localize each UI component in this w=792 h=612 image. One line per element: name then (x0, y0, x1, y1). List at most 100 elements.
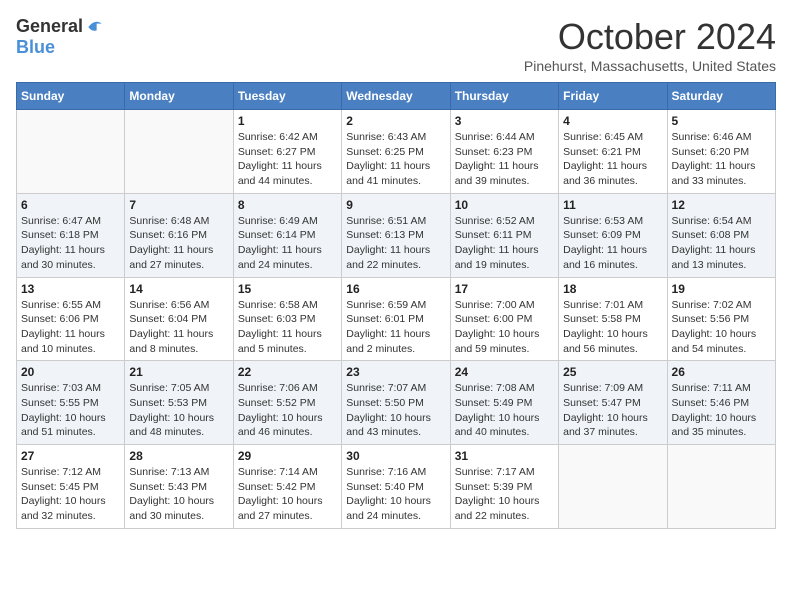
day-number: 5 (672, 114, 771, 128)
day-number: 6 (21, 198, 120, 212)
day-info: Sunrise: 6:48 AM Sunset: 6:16 PM Dayligh… (129, 214, 228, 273)
header-saturday: Saturday (667, 83, 775, 110)
day-info: Sunrise: 7:16 AM Sunset: 5:40 PM Dayligh… (346, 465, 445, 524)
day-number: 4 (563, 114, 662, 128)
table-row: 31 Sunrise: 7:17 AM Sunset: 5:39 PM Dayli… (450, 445, 558, 529)
table-row: 15 Sunrise: 6:58 AM Sunset: 6:03 PM Dayli… (233, 277, 341, 361)
logo-blue: Blue (16, 37, 55, 58)
logo-icon (85, 17, 105, 37)
day-number: 28 (129, 449, 228, 463)
table-row (125, 110, 233, 194)
table-row: 21 Sunrise: 7:05 AM Sunset: 5:53 PM Dayli… (125, 361, 233, 445)
table-row: 16 Sunrise: 6:59 AM Sunset: 6:01 PM Dayli… (342, 277, 450, 361)
header-sunday: Sunday (17, 83, 125, 110)
day-info: Sunrise: 6:43 AM Sunset: 6:25 PM Dayligh… (346, 130, 445, 189)
table-row: 14 Sunrise: 6:56 AM Sunset: 6:04 PM Dayli… (125, 277, 233, 361)
table-row: 19 Sunrise: 7:02 AM Sunset: 5:56 PM Dayli… (667, 277, 775, 361)
day-info: Sunrise: 7:13 AM Sunset: 5:43 PM Dayligh… (129, 465, 228, 524)
day-number: 24 (455, 365, 554, 379)
table-row: 8 Sunrise: 6:49 AM Sunset: 6:14 PM Daylig… (233, 193, 341, 277)
day-number: 16 (346, 282, 445, 296)
day-number: 2 (346, 114, 445, 128)
table-row: 26 Sunrise: 7:11 AM Sunset: 5:46 PM Dayli… (667, 361, 775, 445)
day-number: 26 (672, 365, 771, 379)
table-row: 7 Sunrise: 6:48 AM Sunset: 6:16 PM Daylig… (125, 193, 233, 277)
day-number: 25 (563, 365, 662, 379)
table-row (17, 110, 125, 194)
day-info: Sunrise: 7:11 AM Sunset: 5:46 PM Dayligh… (672, 381, 771, 440)
table-row: 3 Sunrise: 6:44 AM Sunset: 6:23 PM Daylig… (450, 110, 558, 194)
logo: General Blue (16, 16, 105, 58)
day-number: 22 (238, 365, 337, 379)
day-info: Sunrise: 7:12 AM Sunset: 5:45 PM Dayligh… (21, 465, 120, 524)
day-info: Sunrise: 7:17 AM Sunset: 5:39 PM Dayligh… (455, 465, 554, 524)
table-row: 30 Sunrise: 7:16 AM Sunset: 5:40 PM Dayli… (342, 445, 450, 529)
day-info: Sunrise: 6:47 AM Sunset: 6:18 PM Dayligh… (21, 214, 120, 273)
calendar-header-row: Sunday Monday Tuesday Wednesday Thursday… (17, 83, 776, 110)
header-wednesday: Wednesday (342, 83, 450, 110)
table-row: 13Sunrise: 6:55 AM Sunset: 6:06 PM Dayli… (17, 277, 125, 361)
table-row: 1Sunrise: 6:42 AM Sunset: 6:27 PM Daylig… (233, 110, 341, 194)
table-row: 6 Sunrise: 6:47 AM Sunset: 6:18 PM Daylig… (17, 193, 125, 277)
day-number: 15 (238, 282, 337, 296)
day-number: 3 (455, 114, 554, 128)
day-number: 8 (238, 198, 337, 212)
table-row: 2 Sunrise: 6:43 AM Sunset: 6:25 PM Daylig… (342, 110, 450, 194)
table-row: 25 Sunrise: 7:09 AM Sunset: 5:47 PM Dayli… (559, 361, 667, 445)
header-monday: Monday (125, 83, 233, 110)
day-info: Sunrise: 6:49 AM Sunset: 6:14 PM Dayligh… (238, 214, 337, 273)
day-number: 9 (346, 198, 445, 212)
calendar-week-row: 27 Sunrise: 7:12 AM Sunset: 5:45 PM Dayli… (17, 445, 776, 529)
calendar-week-row: 20Sunrise: 7:03 AM Sunset: 5:55 PM Dayli… (17, 361, 776, 445)
day-number: 27 (21, 449, 120, 463)
day-info: Sunrise: 7:14 AM Sunset: 5:42 PM Dayligh… (238, 465, 337, 524)
table-row: 10Sunrise: 6:52 AM Sunset: 6:11 PM Dayli… (450, 193, 558, 277)
table-row: 9 Sunrise: 6:51 AM Sunset: 6:13 PM Daylig… (342, 193, 450, 277)
day-number: 7 (129, 198, 228, 212)
header-tuesday: Tuesday (233, 83, 341, 110)
day-info: Sunrise: 6:59 AM Sunset: 6:01 PM Dayligh… (346, 298, 445, 357)
day-number: 13 (21, 282, 120, 296)
day-info: Sunrise: 6:46 AM Sunset: 6:20 PM Dayligh… (672, 130, 771, 189)
day-number: 11 (563, 198, 662, 212)
table-row: 20Sunrise: 7:03 AM Sunset: 5:55 PM Dayli… (17, 361, 125, 445)
table-row: 28 Sunrise: 7:13 AM Sunset: 5:43 PM Dayli… (125, 445, 233, 529)
day-number: 21 (129, 365, 228, 379)
calendar-table: Sunday Monday Tuesday Wednesday Thursday… (16, 82, 776, 529)
calendar-week-row: 6 Sunrise: 6:47 AM Sunset: 6:18 PM Daylig… (17, 193, 776, 277)
day-info: Sunrise: 6:44 AM Sunset: 6:23 PM Dayligh… (455, 130, 554, 189)
calendar-week-row: 13Sunrise: 6:55 AM Sunset: 6:06 PM Dayli… (17, 277, 776, 361)
day-info: Sunrise: 7:02 AM Sunset: 5:56 PM Dayligh… (672, 298, 771, 357)
day-info: Sunrise: 6:58 AM Sunset: 6:03 PM Dayligh… (238, 298, 337, 357)
table-row: 18Sunrise: 7:01 AM Sunset: 5:58 PM Dayli… (559, 277, 667, 361)
day-info: Sunrise: 7:09 AM Sunset: 5:47 PM Dayligh… (563, 381, 662, 440)
table-row (667, 445, 775, 529)
day-info: Sunrise: 7:06 AM Sunset: 5:52 PM Dayligh… (238, 381, 337, 440)
table-row: 27 Sunrise: 7:12 AM Sunset: 5:45 PM Dayli… (17, 445, 125, 529)
day-info: Sunrise: 7:05 AM Sunset: 5:53 PM Dayligh… (129, 381, 228, 440)
day-info: Sunrise: 6:53 AM Sunset: 6:09 PM Dayligh… (563, 214, 662, 273)
table-row (559, 445, 667, 529)
day-info: Sunrise: 6:51 AM Sunset: 6:13 PM Dayligh… (346, 214, 445, 273)
table-row: 22 Sunrise: 7:06 AM Sunset: 5:52 PM Dayli… (233, 361, 341, 445)
day-info: Sunrise: 7:00 AM Sunset: 6:00 PM Dayligh… (455, 298, 554, 357)
table-row: 11 Sunrise: 6:53 AM Sunset: 6:09 PM Dayli… (559, 193, 667, 277)
table-row: 24Sunrise: 7:08 AM Sunset: 5:49 PM Dayli… (450, 361, 558, 445)
day-number: 14 (129, 282, 228, 296)
table-row: 23Sunrise: 7:07 AM Sunset: 5:50 PM Dayli… (342, 361, 450, 445)
day-info: Sunrise: 6:56 AM Sunset: 6:04 PM Dayligh… (129, 298, 228, 357)
table-row: 29Sunrise: 7:14 AM Sunset: 5:42 PM Dayli… (233, 445, 341, 529)
day-info: Sunrise: 6:52 AM Sunset: 6:11 PM Dayligh… (455, 214, 554, 273)
day-info: Sunrise: 6:45 AM Sunset: 6:21 PM Dayligh… (563, 130, 662, 189)
day-number: 30 (346, 449, 445, 463)
day-info: Sunrise: 6:54 AM Sunset: 6:08 PM Dayligh… (672, 214, 771, 273)
day-number: 31 (455, 449, 554, 463)
day-number: 19 (672, 282, 771, 296)
day-number: 12 (672, 198, 771, 212)
month-title: October 2024 (524, 16, 776, 58)
table-row: 17 Sunrise: 7:00 AM Sunset: 6:00 PM Dayli… (450, 277, 558, 361)
day-number: 17 (455, 282, 554, 296)
location-subtitle: Pinehurst, Massachusetts, United States (524, 58, 776, 74)
day-number: 1 (238, 114, 337, 128)
day-number: 23 (346, 365, 445, 379)
